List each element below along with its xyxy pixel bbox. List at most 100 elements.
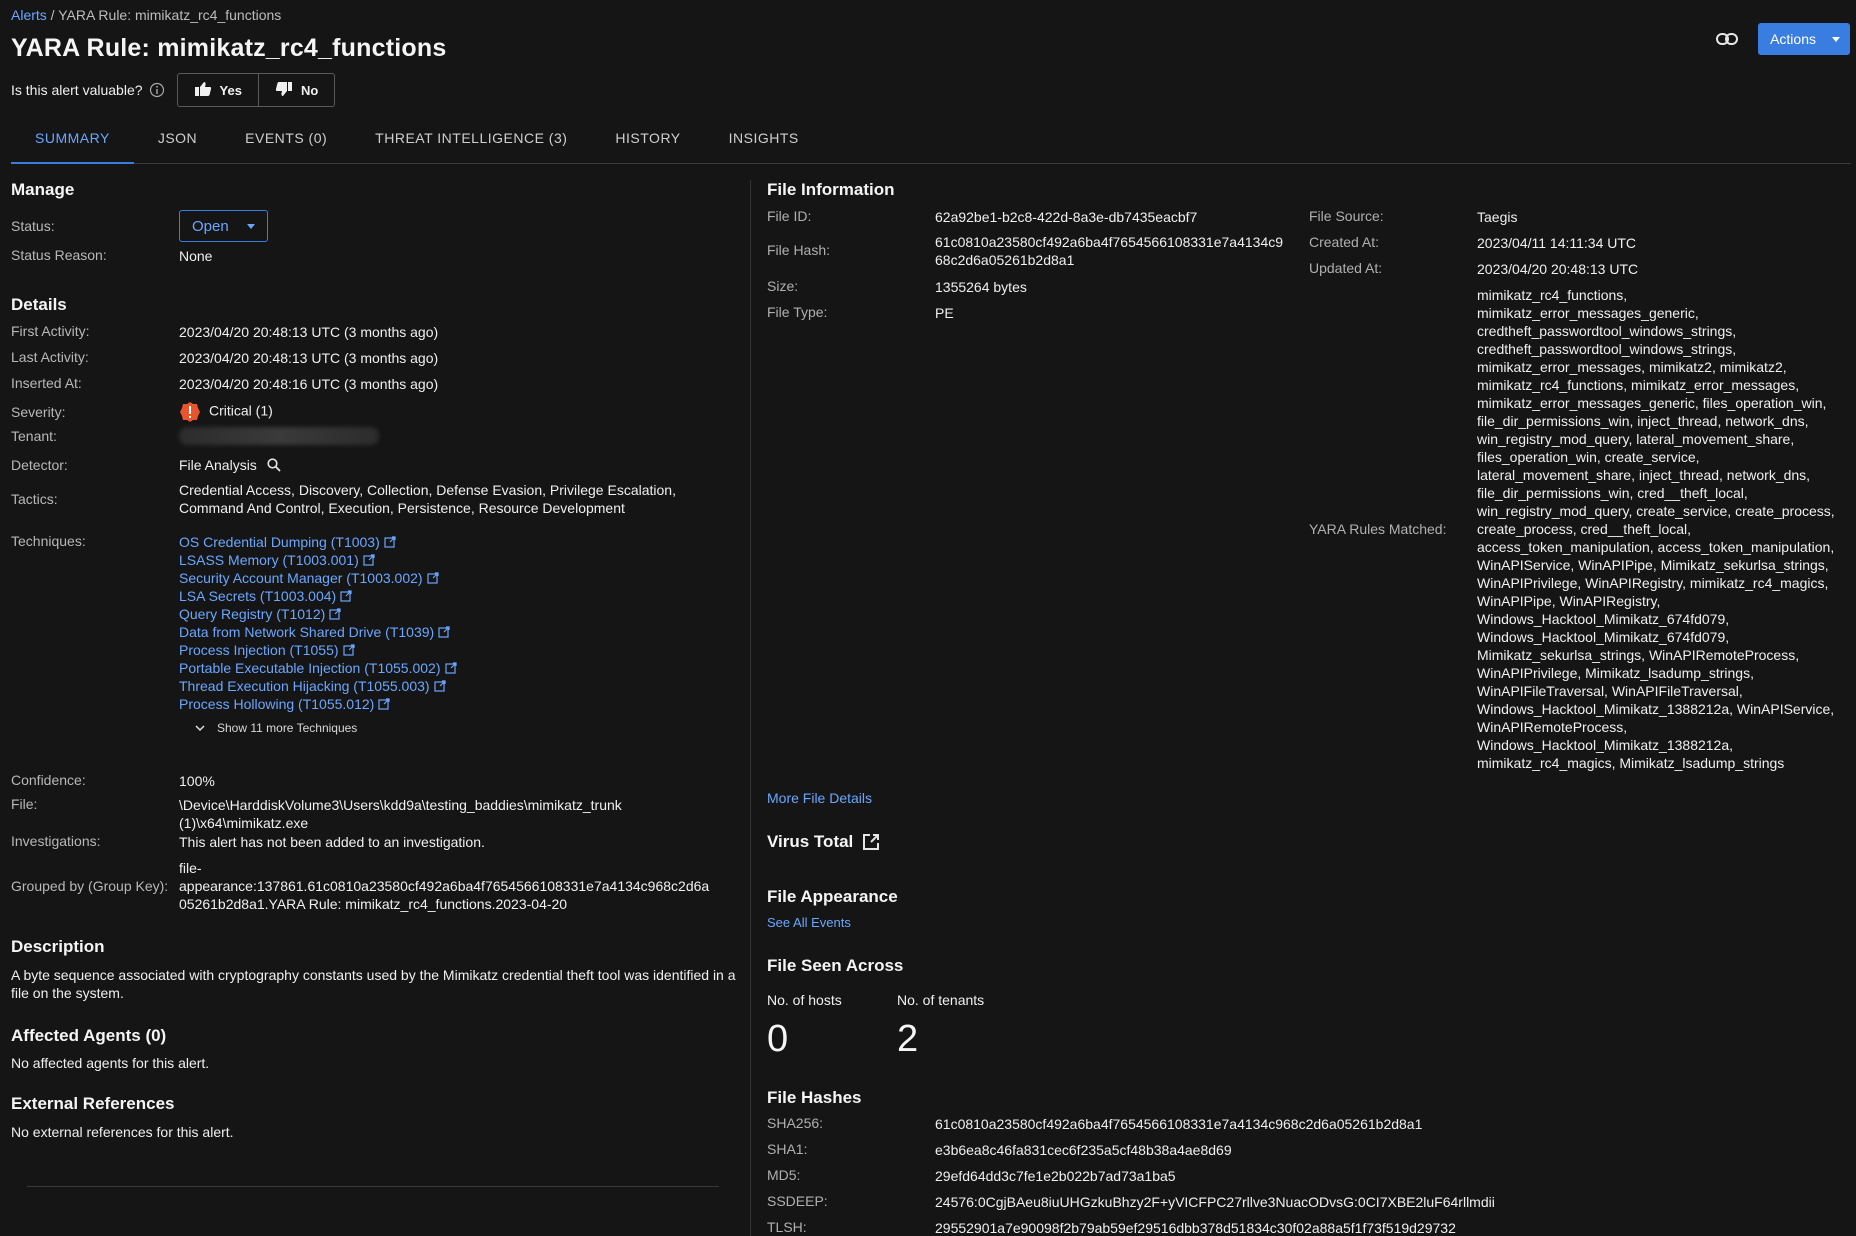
no-button[interactable]: No: [257, 74, 334, 106]
group-key-row: Grouped by (Group Key): file- appearance…: [11, 859, 741, 913]
technique-link[interactable]: Process Injection (T1055): [179, 641, 457, 659]
description-line: file on the system.: [11, 985, 124, 1001]
tactics-line: Command And Control, Execution, Persiste…: [179, 500, 625, 516]
status-value: Open: [192, 217, 229, 235]
tenant-value-redacted: [179, 427, 379, 445]
technique-name: OS Credential Dumping (T1003): [179, 534, 380, 550]
technique-link[interactable]: LSA Secrets (T1003.004): [179, 587, 457, 605]
technique-link[interactable]: Query Registry (T1012): [179, 605, 457, 623]
breadcrumb-alerts-link[interactable]: Alerts: [11, 7, 47, 23]
severity-value: Critical (1): [179, 401, 273, 423]
description-heading: Description: [11, 937, 105, 956]
hosts-label: No. of hosts: [767, 992, 842, 1008]
external-references-heading: External References: [11, 1094, 175, 1113]
status-reason-value: None: [179, 248, 213, 264]
status-row: Status: Open: [11, 210, 741, 242]
yara-rule-line: WinAPIPrivilege, Mimikatz_lsadump_string…: [1477, 665, 1754, 681]
group-key-label: Grouped by (Group Key):: [11, 878, 169, 894]
file-information-heading: File Information: [767, 180, 895, 199]
alert-feedback: Is this alert valuable? Yes No: [11, 73, 336, 107]
group-key-line: 05261b2d8a1.YARA Rule: mimikatz_rc4_func…: [179, 896, 568, 912]
yara-rule-line: WinAPIPrivilege, WinAPIRegistry, mimikat…: [1477, 575, 1829, 591]
yara-rule-line: access_token_manipulation, access_token_…: [1477, 539, 1835, 555]
external-link-icon: [363, 554, 375, 566]
show-more-techniques-button[interactable]: Show 11 more Techniques: [195, 719, 457, 737]
external-link-icon: [342, 644, 355, 656]
techniques-list: OS Credential Dumping (T1003) LSASS Memo…: [179, 533, 457, 737]
status-reason-label: Status Reason:: [11, 247, 107, 263]
tab-summary[interactable]: SUMMARY: [11, 118, 134, 164]
search-icon[interactable]: [267, 458, 281, 472]
description-line: A byte sequence associated with cryptogr…: [11, 967, 736, 983]
technique-link[interactable]: Portable Executable Injection (T1055.002…: [179, 659, 457, 677]
tlsh-label: TLSH:: [767, 1219, 807, 1235]
technique-link[interactable]: Thread Execution Hijacking (T1055.003): [179, 677, 457, 695]
status-reason-row: Status Reason: None: [11, 247, 741, 265]
file-appearance-heading: File Appearance: [767, 887, 898, 906]
confidence-label: Confidence:: [11, 772, 86, 788]
technique-name: Query Registry (T1012): [179, 606, 326, 622]
description-text: A byte sequence associated with cryptogr…: [11, 966, 741, 1002]
severity-label: Severity:: [11, 404, 66, 420]
last-activity-row: Last Activity: 2023/04/20 20:48:13 UTC (…: [11, 349, 741, 367]
md5-label: MD5:: [767, 1167, 801, 1183]
tactics-label: Tactics:: [11, 491, 58, 507]
actions-button[interactable]: Actions: [1758, 23, 1850, 55]
yara-rule-line: mimikatz_error_messages_generic, files_o…: [1477, 395, 1827, 411]
see-all-events-link[interactable]: See All Events: [767, 915, 851, 930]
inserted-at-value: 2023/04/20 20:48:16 UTC (3 months ago): [179, 376, 439, 392]
technique-name: LSASS Memory (T1003.001): [179, 552, 359, 568]
first-activity-value: 2023/04/20 20:48:13 UTC (3 months ago): [179, 324, 439, 340]
file-id-value: 62a92be1-b2c8-422d-8a3e-db7435eacbf7: [935, 209, 1198, 225]
tab-history[interactable]: HISTORY: [591, 118, 704, 164]
tactics-value: Credential Access, Discovery, Collection…: [179, 481, 676, 517]
yara-rule-line: Mimikatz_sekurlsa_strings, WinAPIRemoteP…: [1477, 647, 1800, 663]
external-link-icon: [378, 698, 390, 710]
technique-link[interactable]: Data from Network Shared Drive (T1039): [179, 623, 457, 641]
yara-rule-line: win_registry_mod_query, lateral_movement…: [1477, 431, 1795, 447]
page-title: YARA Rule: mimikatz_rc4_functions: [11, 34, 447, 62]
virus-total-link[interactable]: Virus Total: [767, 832, 881, 852]
file-path-line: \Device\HarddiskVolume3\Users\kdd9a\test…: [179, 797, 622, 813]
investigations-label: Investigations:: [11, 833, 101, 849]
link-icon[interactable]: [1714, 26, 1740, 52]
tab-threat-intelligence[interactable]: THREAT INTELLIGENCE (3): [351, 118, 591, 164]
sha1-value: e3b6ea8c46fa831cec6f235a5cf48b38a4ae8d69: [935, 1142, 1232, 1158]
updated-at-label: Updated At:: [1309, 260, 1383, 276]
more-file-details-link[interactable]: More File Details: [767, 790, 872, 806]
last-activity-label: Last Activity:: [11, 349, 89, 365]
severity-text: Critical (1): [209, 402, 273, 419]
yara-rule-line: mimikatz_rc4_magics, Mimikatz_lsadump_st…: [1477, 755, 1785, 771]
tlsh-value: 29552901a7e90098f2b79ab59ef29516dbb378d5…: [935, 1220, 1456, 1236]
updated-at-value: 2023/04/20 20:48:13 UTC: [1477, 261, 1639, 277]
yara-rule-line: mimikatz_error_messages_generic,: [1477, 305, 1699, 321]
yara-rule-line: files_operation_win, create_service,: [1477, 449, 1700, 465]
technique-link[interactable]: Process Hollowing (T1055.012): [179, 695, 457, 713]
technique-link[interactable]: Security Account Manager (T1003.002): [179, 569, 457, 587]
tenant-label: Tenant:: [11, 428, 57, 444]
breadcrumb-current: YARA Rule: mimikatz_rc4_functions: [58, 7, 282, 23]
external-link-icon: [340, 590, 352, 602]
yara-rules-list: mimikatz_rc4_functions, mimikatz_error_me…: [1477, 286, 1835, 772]
file-hash-line: 68c2d6a05261b2d8a1: [935, 252, 1075, 268]
file-source-value: Taegis: [1477, 209, 1518, 225]
tactics-line: Credential Access, Discovery, Collection…: [179, 482, 676, 498]
detector-row: Detector: File Analysis: [11, 456, 741, 474]
yara-rule-line: file_dir_permissions_win, cred__theft_lo…: [1477, 485, 1748, 501]
status-dropdown[interactable]: Open: [179, 210, 268, 242]
created-at-value: 2023/04/11 14:11:34 UTC: [1477, 235, 1637, 251]
technique-link[interactable]: LSASS Memory (T1003.001): [179, 551, 457, 569]
info-icon[interactable]: [149, 82, 165, 98]
critical-severity-icon: [179, 401, 201, 423]
tab-events[interactable]: EVENTS (0): [221, 118, 351, 164]
actions-label: Actions: [1770, 31, 1816, 47]
technique-link[interactable]: OS Credential Dumping (T1003): [179, 533, 457, 551]
tab-json[interactable]: JSON: [134, 118, 221, 164]
feedback-question: Is this alert valuable?: [11, 82, 143, 98]
technique-name: Security Account Manager (T1003.002): [179, 570, 423, 586]
confidence-row: Confidence: 100%: [11, 772, 741, 790]
yes-button[interactable]: Yes: [178, 74, 258, 106]
tab-insights[interactable]: INSIGHTS: [705, 118, 823, 164]
tenants-count: 2: [897, 1018, 919, 1060]
tactics-row: Tactics: Credential Access, Discovery, C…: [11, 481, 741, 517]
